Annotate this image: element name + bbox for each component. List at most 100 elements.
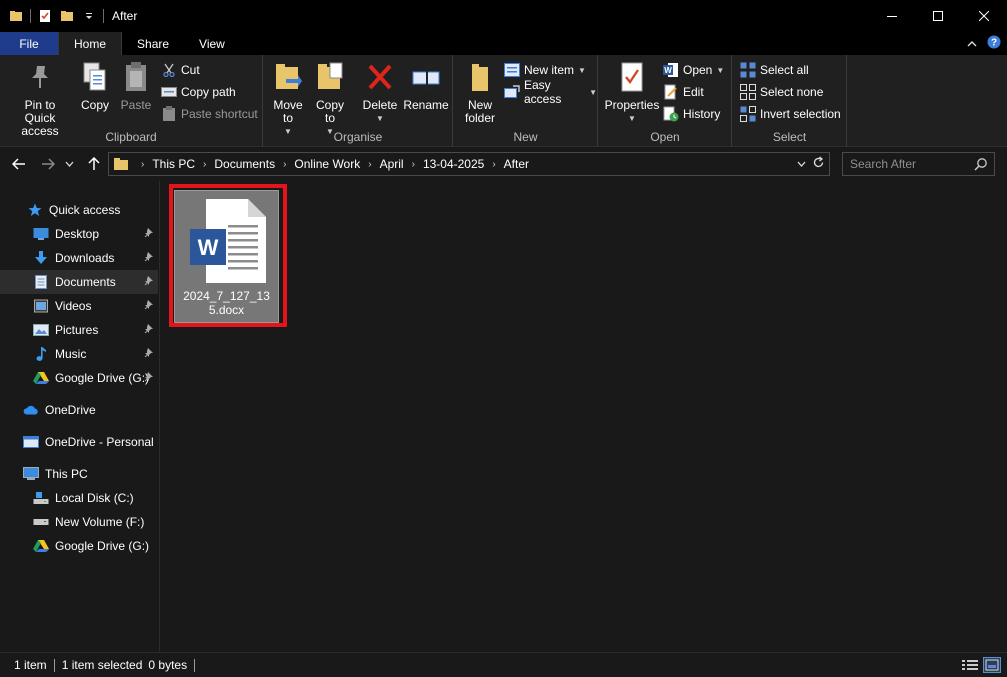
file-list[interactable]: W 2024_7_127_135.docx — [160, 181, 1007, 652]
properties-dropdown-icon: ▼ — [628, 114, 636, 123]
copy-path-icon — [161, 84, 177, 100]
back-button[interactable] — [9, 154, 29, 174]
pin-icon — [144, 347, 154, 361]
paste-shortcut-icon — [161, 106, 177, 122]
word-icon: W — [663, 62, 679, 78]
search-icon[interactable] — [974, 157, 988, 174]
address-history-icon[interactable] — [797, 158, 806, 170]
ribbon: Pin to Quick access Copy Paste Cut Copy … — [0, 55, 1007, 147]
breadcrumb-date[interactable]: 13-04-2025 — [423, 157, 484, 171]
nav-videos[interactable]: Videos — [0, 294, 158, 318]
file-item[interactable]: W 2024_7_127_135.docx — [174, 190, 279, 323]
close-button[interactable] — [961, 0, 1007, 32]
new-group-label: New — [513, 130, 538, 144]
nav-desktop[interactable]: Desktop — [0, 222, 158, 246]
new-group: New folder New item ▼ Easy access ▼ New — [454, 55, 598, 147]
picture-icon — [33, 322, 49, 338]
pin-to-quick-access-button[interactable]: Pin to Quick access — [6, 59, 74, 138]
nav-onedrive-personal[interactable]: OneDrive - Personal — [0, 430, 158, 454]
properties-icon[interactable] — [37, 8, 53, 24]
nav-quick-access[interactable]: Quick access — [0, 198, 158, 222]
copy-button[interactable]: Copy — [78, 59, 112, 112]
paste-shortcut-button[interactable]: Paste shortcut — [161, 104, 258, 124]
chevron-right-icon[interactable]: › — [283, 159, 286, 170]
easy-access-button[interactable]: Easy access ▼ — [504, 78, 597, 106]
chevron-right-icon[interactable]: › — [492, 159, 495, 170]
chevron-right-icon[interactable]: › — [368, 159, 371, 170]
new-item-button[interactable]: New item ▼ — [504, 60, 586, 80]
edit-button[interactable]: Edit — [663, 82, 704, 102]
open-button[interactable]: W Open ▼ — [663, 60, 724, 80]
collapse-ribbon-icon[interactable] — [967, 37, 977, 51]
tab-file[interactable]: File — [0, 32, 58, 55]
select-all-icon — [740, 62, 756, 78]
tab-share[interactable]: Share — [122, 32, 184, 55]
new-item-icon — [504, 62, 520, 78]
svg-text:W: W — [664, 66, 672, 75]
nav-local-disk-c[interactable]: Local Disk (C:) — [0, 486, 158, 510]
address-actions — [797, 156, 825, 172]
large-icons-view-button[interactable] — [983, 657, 1001, 673]
nav-downloads[interactable]: Downloads — [0, 246, 158, 270]
nav-onedrive[interactable]: OneDrive — [0, 398, 158, 422]
invert-selection-icon — [740, 106, 756, 122]
nav-documents[interactable]: Documents — [0, 270, 158, 294]
tab-view[interactable]: View — [184, 32, 240, 55]
breadcrumb-this-pc[interactable]: This PC — [152, 157, 195, 171]
customize-toolbar-icon[interactable] — [81, 8, 97, 24]
status-bar: 1 item 1 item selected 0 bytes — [0, 652, 1007, 677]
computer-icon — [23, 466, 39, 482]
history-button[interactable]: History — [663, 104, 720, 124]
cut-button[interactable]: Cut — [161, 60, 200, 80]
organise-group-label: Organise — [333, 130, 383, 144]
select-none-button[interactable]: Select none — [740, 82, 823, 102]
svg-text:?: ? — [991, 38, 997, 49]
forward-button[interactable] — [38, 154, 58, 174]
refresh-icon[interactable] — [812, 156, 825, 172]
pin-icon — [144, 251, 154, 265]
search-input[interactable] — [843, 153, 968, 175]
chevron-right-icon[interactable]: › — [203, 159, 206, 170]
chevron-right-icon[interactable]: › — [412, 159, 415, 170]
help-icon[interactable]: ? — [987, 35, 1001, 52]
easy-access-icon — [504, 84, 520, 100]
nav-google-drive[interactable]: Google Drive (G:) — [0, 366, 158, 390]
paste-button[interactable]: Paste — [118, 59, 154, 112]
new-item-dropdown-icon: ▼ — [578, 65, 586, 75]
nav-pictures[interactable]: Pictures — [0, 318, 158, 342]
move-to-button[interactable]: Move to ▼ — [270, 59, 306, 138]
up-button[interactable] — [84, 154, 104, 174]
breadcrumb-online-work[interactable]: Online Work — [294, 157, 360, 171]
nav-this-pc[interactable]: This PC — [0, 462, 158, 486]
details-view-button[interactable] — [961, 657, 979, 673]
breadcrumb-april[interactable]: April — [380, 157, 404, 171]
folder-icon — [113, 156, 129, 172]
new-folder-button[interactable]: New folder — [460, 59, 500, 125]
organise-group: Move to ▼ Copy to ▼ Delete ▼ Rename Orga… — [264, 55, 453, 147]
properties-button[interactable]: Properties ▼ — [603, 59, 661, 125]
nav-new-volume-f[interactable]: New Volume (F:) — [0, 510, 158, 534]
nav-music[interactable]: Music — [0, 342, 158, 366]
item-count: 1 item — [14, 658, 47, 672]
delete-button[interactable]: Delete ▼ — [360, 59, 400, 125]
rename-button[interactable]: Rename — [403, 59, 449, 112]
recent-locations-button[interactable] — [62, 154, 76, 174]
copy-to-button[interactable]: Copy to ▼ — [312, 59, 348, 138]
invert-selection-button[interactable]: Invert selection — [740, 104, 841, 124]
nav-google-drive-g[interactable]: Google Drive (G:) — [0, 534, 158, 558]
address-bar[interactable]: › This PC › Documents › Online Work › Ap… — [108, 152, 830, 176]
chevron-right-icon[interactable]: › — [141, 159, 144, 170]
music-note-icon — [33, 346, 49, 362]
minimize-button[interactable] — [869, 0, 915, 32]
view-toggle — [961, 657, 1001, 673]
select-all-button[interactable]: Select all — [740, 60, 809, 80]
breadcrumb-after[interactable]: After — [504, 157, 529, 171]
maximize-button[interactable] — [915, 0, 961, 32]
copy-path-button[interactable]: Copy path — [161, 82, 236, 102]
breadcrumb-documents[interactable]: Documents — [214, 157, 275, 171]
window-title: After — [112, 9, 138, 23]
tab-home[interactable]: Home — [58, 32, 123, 55]
cloud-icon — [23, 402, 39, 418]
ribbon-controls: ? — [967, 35, 1001, 52]
new-folder-icon[interactable] — [59, 8, 75, 24]
